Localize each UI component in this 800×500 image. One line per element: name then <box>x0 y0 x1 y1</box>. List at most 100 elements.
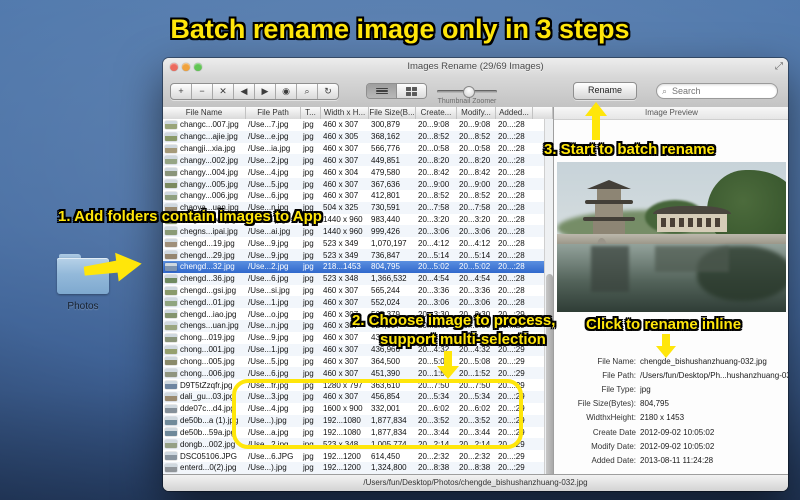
table-row[interactable]: chong...006.jpg/Use...6.jpg jpg 460 x 307 4… <box>163 367 544 380</box>
cell-path: /Use...n.jpg <box>248 321 289 331</box>
fullscreen-icon[interactable]: ⤢ <box>775 61 783 72</box>
table-row[interactable]: enterd...0(2).jpg/Use...).jpg jpg 192...12… <box>163 462 544 474</box>
table-row[interactable]: changy...005.jpg/Use...5.jpg jpg 460 x 307… <box>163 178 544 190</box>
table-row[interactable]: dde07c...d4.jpg/Use...4.jpg jpg 1600 x 900… <box>163 402 544 415</box>
column-header-1[interactable]: File Name <box>163 107 246 119</box>
table-row[interactable]: changy...002.jpg/Use...2.jpg jpg 460 x 307… <box>163 154 544 167</box>
previous-button[interactable]: ◀ <box>234 84 255 99</box>
column-header-2[interactable]: File Path <box>246 107 301 119</box>
column-header-5[interactable]: File Size(B... <box>369 107 416 119</box>
cell-modify: 20...8:52 <box>459 191 491 201</box>
table-row[interactable]: chengd...29.jpg/Use...9.jpg jpg 523 x 349 7… <box>163 249 544 261</box>
table-row[interactable]: dongb...002.jpg/Use...2.jpg jpg 523 x 348 1… <box>163 438 544 451</box>
cell-added: 20...:29 <box>498 451 525 461</box>
photo-pagoda-roof1 <box>587 180 631 189</box>
table-row[interactable]: changy...004.jpg/Use...4.jpg jpg 460 x 304… <box>163 166 544 179</box>
table-row[interactable]: changy...006.jpg/Use...6.jpg jpg 460 x 307… <box>163 189 544 202</box>
cell-create: 20...8:52 <box>418 132 450 142</box>
quicklook-button[interactable]: ◉ <box>276 84 297 99</box>
cell-size: 804,795 <box>371 262 400 272</box>
cell-path: /Use...6.jpg <box>248 191 289 201</box>
cell-name: chegns...ipai.jpg <box>180 226 238 236</box>
zoomer-knob[interactable] <box>463 86 475 98</box>
table-row[interactable]: DSC05106.JPG/Use...6.JPG jpg 192...1200 614… <box>163 450 544 463</box>
cell-create: 20...6:02 <box>418 404 450 414</box>
search-field[interactable]: ⌕ <box>656 83 778 99</box>
cell-size: 1,877,834 <box>371 416 407 426</box>
rename-button[interactable]: Rename <box>573 82 637 100</box>
cell-create: 20...3:52 <box>418 416 450 426</box>
cell-path: /Use...1.jpg <box>248 297 289 307</box>
table-row[interactable]: chengd...gsi.jpg/Use...si.jpg jpg 460 x 30… <box>163 284 544 297</box>
metadata-label: Added Date: <box>591 455 636 465</box>
cell-path: /Use...).jpg <box>248 463 287 473</box>
cell-create: 20...0:58 <box>418 144 450 154</box>
cell-modify: 20...3:20 <box>459 215 491 225</box>
cell-dims: 460 x 305 <box>323 132 359 142</box>
cell-dims: 1600 x 900 <box>323 404 363 414</box>
cell-type: jpg <box>303 356 314 366</box>
column-header-7[interactable]: Modify... <box>457 107 496 119</box>
table-row[interactable]: chengd...19.jpg/Use...9.jpg jpg 523 x 349 1… <box>163 237 544 250</box>
cell-path: /Use...fr.jpg <box>248 380 289 390</box>
delete-button[interactable]: ✕ <box>213 84 234 99</box>
metadata-row: File Path: /Users/fun/Desktop/Ph...hushan… <box>554 368 788 382</box>
table-row[interactable]: de50b...a (1).jpg/Use...).jpg jpg 192...10… <box>163 414 544 427</box>
titlebar[interactable]: Images Rename (29/69 Images) ⤢ <box>163 58 788 76</box>
table-row[interactable]: chengd...36.jpg/Use...6.jpg jpg 523 x 348 1… <box>163 272 544 285</box>
column-header-8[interactable]: Added... <box>496 107 533 119</box>
search-icon: ⌕ <box>662 85 668 96</box>
cell-name: chong...006.jpg <box>180 368 235 378</box>
table-row[interactable]: changc...007.jpg/Use...7.jpg jpg 460 x 307… <box>163 119 544 131</box>
file-table: changc...007.jpg/Use...7.jpg jpg 460 x 307… <box>163 119 544 474</box>
cell-name: changy...002.jpg <box>180 155 239 165</box>
list-view-button[interactable] <box>367 84 396 98</box>
table-row[interactable]: D9T5tZzqfr.jpg/Use...fr.jpg jpg 1280 x 797… <box>163 379 544 392</box>
column-header-4[interactable]: Width x H... <box>321 107 369 119</box>
table-row[interactable]: changc...ajie.jpg/Use...e.jpg jpg 460 x 30… <box>163 130 544 143</box>
cell-type: jpg <box>303 321 314 331</box>
table-row[interactable]: changji...xia.jpg/Use...ia.jpg jpg 460 x 3… <box>163 142 544 155</box>
cell-size: 456,854 <box>371 392 400 402</box>
cell-name: chengd...iao.jpg <box>180 309 237 319</box>
cell-dims: 460 x 307 <box>323 368 359 378</box>
cell-added: 20...:28 <box>498 203 525 213</box>
cell-size: 565,244 <box>371 286 400 295</box>
cell-type: jpg <box>303 286 314 295</box>
cell-name: de50b...59a.jpg <box>180 427 236 437</box>
cell-modify: 20...9:00 <box>459 179 491 189</box>
cell-path: /Use...6.jpg <box>248 368 289 378</box>
cell-added: 20...:28 <box>498 144 525 154</box>
table-row[interactable]: chengd...01.jpg/Use...1.jpg jpg 460 x 307 5… <box>163 296 544 309</box>
cell-name: chengd...gsi.jpg <box>180 286 237 295</box>
file-thumbnail-icon <box>165 274 177 283</box>
file-thumbnail-icon <box>165 310 177 319</box>
cell-name: changji...xia.jpg <box>180 144 236 154</box>
table-row[interactable]: chengd...32.jpg/Use...2.jpg jpg 218...1453… <box>163 260 544 273</box>
find-button[interactable]: ⌕ <box>297 84 318 99</box>
search-input[interactable] <box>670 85 765 97</box>
cell-dims: 1280 x 797 <box>323 380 363 390</box>
window-chrome: Images Rename (29/69 Images) ⤢ + − ✕ ◀ ▶ ◉ ⌕ ↻ … <box>163 58 788 108</box>
table-row[interactable]: dali_gu...03.jpg/Use...3.jpg jpg 460 x 307… <box>163 391 544 403</box>
add-button[interactable]: + <box>171 84 192 99</box>
table-row[interactable]: chong...005.jpg/Use...5.jpg jpg 460 x 307 3… <box>163 355 544 368</box>
cell-dims: 460 x 307 <box>323 179 359 189</box>
grid-view-button[interactable] <box>396 84 426 98</box>
refresh-button[interactable]: ↻ <box>318 84 338 99</box>
file-thumbnail-icon <box>165 144 177 153</box>
scrollbar-thumb[interactable] <box>546 274 553 491</box>
cell-dims: 523 x 348 <box>323 439 359 449</box>
column-header-3[interactable]: T... <box>301 107 321 119</box>
remove-button[interactable]: − <box>192 84 213 99</box>
column-header-6[interactable]: Create... <box>416 107 457 119</box>
next-button[interactable]: ▶ <box>255 84 276 99</box>
cell-added: 20...:28 <box>498 286 525 295</box>
cell-size: 364,500 <box>371 356 400 366</box>
cell-create: 20...7:50 <box>418 380 450 390</box>
cell-dims: 218...1453 <box>323 262 361 272</box>
table-row[interactable]: chegns...ipai.jpg/Use...ai.jpg jpg 1440 x … <box>163 225 544 238</box>
step2-annotation-line1: 2. Choose image to process, <box>352 312 556 329</box>
table-row[interactable]: de50b...59a.jpg/Use...a.jpg jpg 192...1080… <box>163 426 544 439</box>
column-header-9[interactable] <box>533 107 553 119</box>
